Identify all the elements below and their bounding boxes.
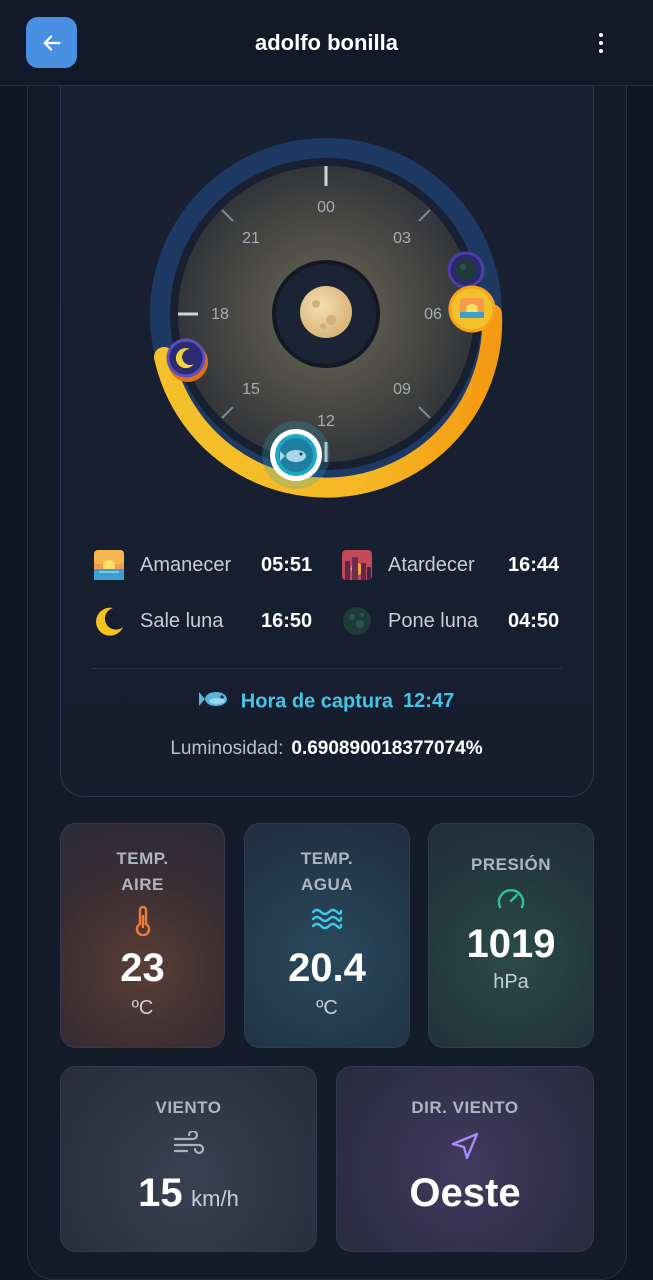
sunrise-time: 05:51: [261, 553, 313, 576]
sunrise-icon: [92, 548, 126, 582]
fish-capture-marker[interactable]: [262, 421, 330, 489]
wind-unit: km/h: [191, 1186, 239, 1211]
moonrise-time: 16:50: [261, 609, 313, 632]
hour-label: 00: [317, 199, 335, 216]
pressure-value: 1019: [466, 922, 556, 966]
fish-icon: [198, 688, 231, 716]
wind-label: VIENTO: [155, 1098, 222, 1117]
navigation-arrow-icon: [337, 1131, 593, 1161]
hour-label: 03: [393, 230, 411, 247]
waves-icon: [245, 906, 409, 938]
more-vertical-icon: [599, 33, 603, 37]
sunset-label: Atardecer: [388, 553, 475, 576]
moonset-marker[interactable]: [447, 251, 485, 289]
wind-direction-card: DIR. VIENTO Oeste: [336, 1066, 594, 1252]
wind-icon: [61, 1129, 316, 1161]
sunset-time: 16:44: [508, 553, 560, 576]
hour-label: 06: [424, 306, 442, 323]
air-temp-unit: ºC: [131, 997, 154, 1019]
sunset-icon: [340, 548, 374, 582]
moonset-row: Pone luna 04:50: [340, 601, 562, 641]
more-menu-button[interactable]: [586, 26, 616, 60]
capture-label: Hora de captura: [240, 690, 394, 713]
pressure-unit: hPa: [493, 971, 529, 993]
crescent-moon-icon: [92, 604, 126, 638]
divider: [92, 668, 562, 669]
hour-label: 15: [242, 381, 260, 398]
wind-value: 15: [138, 1171, 183, 1215]
hour-label: 12: [317, 413, 335, 430]
thermometer-icon: [61, 905, 224, 938]
moon-phase-icon: [300, 286, 356, 338]
water-temp-value: 20.4: [288, 946, 366, 990]
sunrise-marker[interactable]: [448, 285, 496, 333]
water-temp-label-1: TEMP.: [300, 849, 354, 868]
sunrise-row: Amanecer 05:51: [92, 545, 322, 585]
luminosity-row: Luminosidad: 0.690890018377074%: [0, 738, 653, 760]
page-title: adolfo bonilla: [255, 30, 398, 55]
pressure-card: PRESIÓN 1019 hPa: [428, 823, 594, 1048]
capture-time-row: Hora de captura 12:47: [0, 688, 653, 716]
solunar-dial: 00 03 06 09 12 15 18 21: [150, 138, 503, 498]
gauge-icon: [429, 886, 593, 916]
air-temp-label-1: TEMP.: [116, 849, 169, 868]
app-header: adolfo bonilla: [0, 0, 653, 86]
pressure-label: PRESIÓN: [470, 855, 552, 874]
water-temp-label-2: AGUA: [300, 875, 354, 894]
water-temperature-card: TEMP. AGUA 20.4 ºC: [244, 823, 410, 1048]
luminosity-value: 0.690890018377074%: [291, 738, 483, 759]
moonrise-label: Sale luna: [140, 609, 224, 632]
hour-label: 21: [242, 230, 260, 247]
new-moon-icon: [340, 604, 374, 638]
wind-speed-card: VIENTO 15 km/h: [60, 1066, 317, 1252]
sunset-row: Atardecer 16:44: [340, 545, 562, 585]
moonset-time: 04:50: [508, 609, 560, 632]
moonrise-row: Sale luna 16:50: [92, 601, 322, 641]
air-temperature-card: TEMP. AIRE 23 ºC: [60, 823, 225, 1048]
water-temp-unit: ºC: [316, 997, 338, 1019]
air-temp-value: 23: [120, 946, 165, 990]
luminosity-label: Luminosidad:: [170, 738, 284, 759]
air-temp-label-2: AIRE: [121, 875, 164, 894]
hour-label: 18: [211, 306, 229, 323]
hour-label: 09: [393, 381, 411, 398]
wind-direction-value: Oeste: [409, 1171, 521, 1215]
sunrise-label: Amanecer: [140, 553, 232, 576]
wind-value-row: 15 km/h: [61, 1171, 316, 1216]
capture-time: 12:47: [403, 690, 455, 713]
moonset-label: Pone luna: [388, 609, 479, 632]
wind-direction-label: DIR. VIENTO: [411, 1098, 519, 1117]
